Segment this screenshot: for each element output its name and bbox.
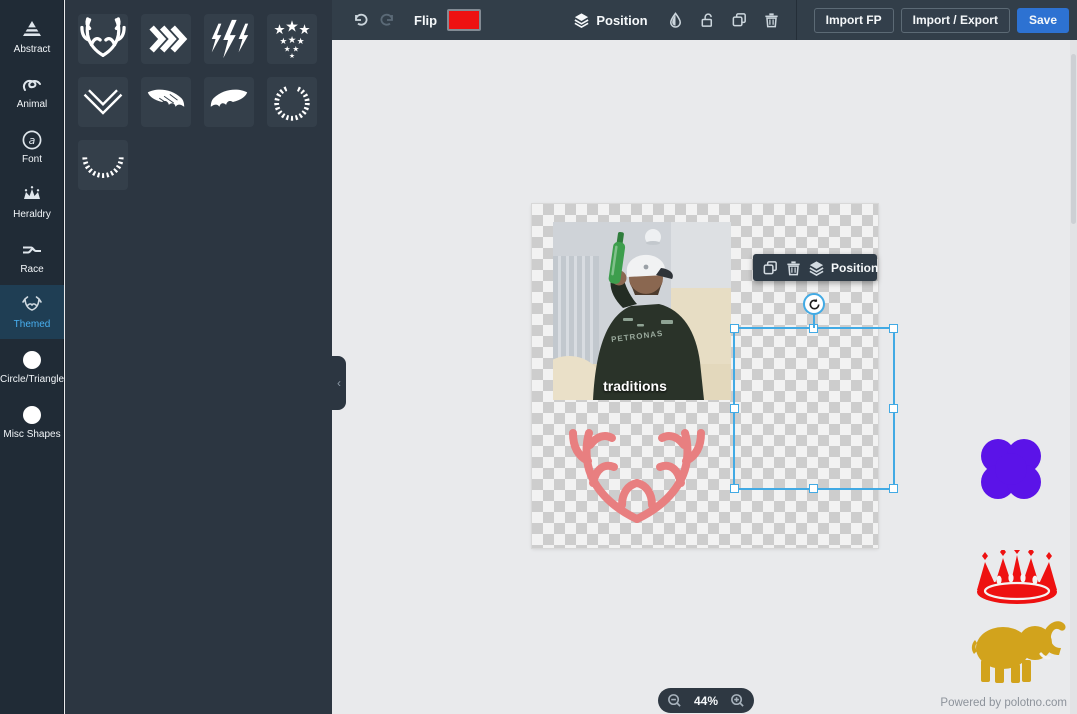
import-fp-button[interactable]: Import FP: [813, 7, 894, 33]
sidebar-item-label: Font: [21, 154, 42, 165]
vertical-scrollbar[interactable]: [1070, 40, 1077, 714]
polotno-editor-app: Abstract Animal a Font Heraldry Race The…: [0, 0, 1077, 714]
zoom-control: 44%: [658, 688, 754, 713]
zoom-out-button[interactable]: [667, 693, 682, 708]
sidebar-item-label: Race: [20, 264, 44, 275]
sidebar-item-label: Abstract: [13, 44, 51, 55]
toolbar-separator: [795, 0, 797, 40]
sidebar-item-heraldry[interactable]: Heraldry: [0, 175, 64, 229]
sidebar-item-label: Themed: [13, 319, 51, 330]
svg-text:★: ★: [289, 52, 295, 60]
fill-color-swatch[interactable]: [447, 9, 482, 31]
position-button[interactable]: Position: [573, 11, 648, 29]
scrollbar-thumb[interactable]: [1071, 54, 1076, 224]
sidebar-item-race[interactable]: Race: [0, 230, 64, 284]
droplet-icon: [670, 12, 682, 28]
selection-handle-mid-left[interactable]: [730, 404, 739, 413]
canvas-shape-flower[interactable]: [978, 436, 1044, 507]
unlock-icon: [701, 13, 713, 27]
sidebar-item-misc-shapes[interactable]: Misc Shapes: [0, 395, 64, 449]
photo-illustration: [537, 222, 731, 408]
rotate-icon: [809, 298, 819, 309]
selection-handle-bottom-left[interactable]: [730, 484, 739, 493]
delete-button[interactable]: [785, 259, 802, 277]
powered-by-link[interactable]: Powered by polotno.com: [940, 697, 1067, 709]
flip-button[interactable]: Flip: [414, 13, 437, 28]
photo-caption: traditions: [603, 378, 667, 394]
duplicate-button[interactable]: [726, 6, 754, 34]
trash-icon: [764, 12, 779, 28]
shape-tile-laurel-wreath-circle[interactable]: [267, 77, 317, 127]
shape-tile-wing-left[interactable]: [141, 77, 191, 127]
panel-collapse-tab[interactable]: ‹: [332, 356, 346, 410]
position-label: Position: [596, 12, 648, 28]
shape-tiles: ★ ★ ★ ★ ★ ★ ★ ★ ★: [78, 14, 318, 190]
rotation-handle[interactable]: [803, 293, 825, 315]
sidebar-item-label: Animal: [16, 99, 48, 110]
floating-toolbar: Position: [753, 254, 878, 281]
duplicate-button[interactable]: [762, 259, 779, 277]
sidebar-item-label: Misc Shapes: [3, 429, 61, 440]
heraldry-icon: [0, 183, 64, 207]
shape-tile-antlers[interactable]: [78, 14, 128, 64]
antlers-icon: [0, 293, 64, 317]
trash-icon: [786, 260, 801, 275]
sidebar-item-animal[interactable]: Animal: [0, 65, 64, 119]
canvas-shape-antlers[interactable]: [564, 423, 710, 530]
sidebar-item-abstract[interactable]: Abstract: [0, 10, 64, 64]
unlock-button[interactable]: [694, 6, 722, 34]
shape-tile-laurel-wreath-semi[interactable]: [78, 140, 128, 190]
animal-icon: [0, 73, 64, 97]
font-icon: a: [0, 128, 64, 152]
position-button[interactable]: Position: [831, 261, 878, 275]
sidebar-item-circle-triangle[interactable]: Circle/Triangle: [0, 340, 64, 394]
sidebar-item-themed[interactable]: Themed: [0, 285, 64, 339]
canvas-workspace[interactable]: PETRONAS traditions Position 44% Powered…: [332, 40, 1077, 714]
top-toolbar: Flip Position Import FP Import / Export …: [332, 0, 1077, 40]
sidebar-item-font[interactable]: a Font: [0, 120, 64, 174]
canvas-shape-elephant[interactable]: [965, 618, 1069, 689]
svg-text:★: ★: [285, 17, 299, 35]
save-button[interactable]: Save: [1016, 7, 1069, 33]
layers-icon: [574, 12, 590, 28]
layers-icon[interactable]: [808, 259, 825, 277]
circle-icon: [0, 403, 64, 427]
shape-tile-triple-chevron-right[interactable]: [141, 14, 191, 64]
sidebar-item-label: Circle/Triangle: [0, 374, 65, 385]
selection-handle-bottom-center[interactable]: [809, 484, 818, 493]
duplicate-icon: [732, 13, 747, 27]
shape-tile-stars-cluster[interactable]: ★ ★ ★ ★ ★ ★ ★ ★ ★: [267, 14, 317, 64]
circle-icon: [0, 348, 64, 372]
delete-button[interactable]: [758, 6, 786, 34]
shape-tile-lightning-bolts[interactable]: [204, 14, 254, 64]
canvas-shape-crown[interactable]: [965, 546, 1069, 611]
zoom-in-button[interactable]: [730, 693, 745, 708]
shape-tile-chevron-down-outline[interactable]: [78, 77, 128, 127]
zoom-level: 44%: [693, 693, 719, 708]
chevron-left-icon: ‹: [337, 376, 341, 390]
import-export-button[interactable]: Import / Export: [900, 7, 1010, 33]
undo-button[interactable]: [346, 6, 374, 34]
opacity-button[interactable]: [662, 6, 690, 34]
photo-traditions-meme[interactable]: PETRONAS traditions: [537, 222, 731, 408]
race-icon: [0, 238, 64, 262]
abstract-icon: [0, 18, 64, 42]
shape-tile-wing-right[interactable]: [204, 77, 254, 127]
sidebar-item-label: Heraldry: [13, 209, 51, 220]
duplicate-icon: [763, 260, 777, 274]
selection-handle-bottom-right[interactable]: [889, 484, 898, 493]
shapes-panel: ★ ★ ★ ★ ★ ★ ★ ★ ★: [65, 0, 332, 714]
selection-handle-top-left[interactable]: [730, 324, 739, 333]
selection-handle-mid-right[interactable]: [889, 404, 898, 413]
category-sidebar: Abstract Animal a Font Heraldry Race The…: [0, 0, 64, 714]
svg-text:a: a: [29, 134, 36, 147]
redo-button[interactable]: [374, 6, 402, 34]
selection-handle-top-right[interactable]: [889, 324, 898, 333]
